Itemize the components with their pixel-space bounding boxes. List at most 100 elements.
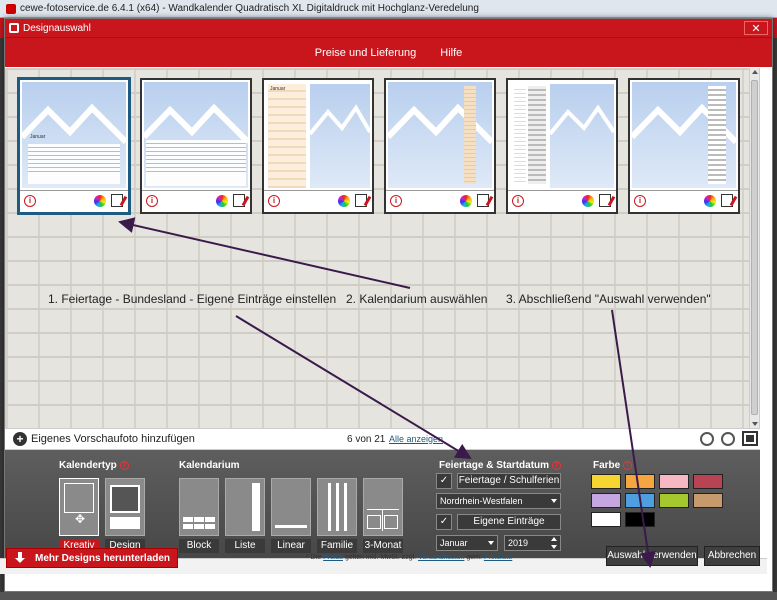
design-thumbnail-4[interactable]: i [384, 78, 496, 214]
info-icon[interactable]: i [268, 195, 280, 207]
design-thumbnail-list: Januar i i Januar i i i i [18, 78, 740, 214]
design-thumbnail-3[interactable]: Januar i [262, 78, 374, 214]
state-select[interactable]: Nordrhein-Westfalen [436, 493, 561, 509]
zoom-in-icon[interactable] [721, 432, 735, 446]
thumbnail-footer: i [142, 190, 250, 212]
scroll-down-arrow-icon[interactable] [752, 422, 758, 426]
start-month-select[interactable]: Januar [436, 535, 498, 551]
price-note-prefix: * Die [306, 554, 322, 561]
color-wheel-icon[interactable] [582, 195, 594, 207]
calendarium-list[interactable]: Liste [225, 478, 265, 553]
scroll-up-arrow-icon[interactable] [752, 70, 758, 74]
info-icon[interactable]: i [512, 195, 524, 207]
dialog-titlebar: Designauswahl [5, 19, 772, 37]
color-wheel-icon[interactable] [216, 195, 228, 207]
calendarium-list-label: Liste [225, 539, 265, 553]
edit-icon[interactable] [599, 194, 611, 207]
nav-prices-delivery[interactable]: Preise und Lieferung [315, 47, 417, 59]
scroll-thumb[interactable] [751, 80, 758, 415]
info-icon[interactable]: ! [623, 461, 633, 470]
nav-help[interactable]: Hilfe [440, 47, 462, 59]
thumbnail-preview [632, 82, 736, 188]
plus-icon[interactable]: + [13, 432, 27, 446]
edit-icon[interactable] [233, 194, 245, 207]
spinner-icon[interactable] [550, 537, 558, 549]
calendarium-three-month[interactable]: 3-Monat [363, 478, 403, 553]
color-swatch-2[interactable] [625, 474, 655, 489]
edit-icon[interactable] [111, 194, 123, 207]
calendar-type-creative[interactable]: ✥ Kreativ [59, 478, 99, 553]
thumbnail-preview [388, 82, 492, 188]
price-list-link[interactable]: Preisliste [484, 554, 512, 561]
price-note-gem: gem. [466, 554, 482, 561]
calendarium-family[interactable]: Familie [317, 478, 357, 553]
info-icon[interactable]: i [390, 195, 402, 207]
info-icon[interactable]: i [634, 195, 646, 207]
own-entries-button[interactable]: Eigene Einträge [457, 514, 561, 530]
zoom-out-icon[interactable] [700, 432, 714, 446]
download-more-designs-button[interactable]: Mehr Designs herunterladen [6, 548, 178, 568]
gallery-scrollbar[interactable] [749, 68, 759, 428]
color-swatch-8[interactable] [693, 493, 723, 508]
start-year-stepper[interactable]: 2019 [504, 535, 561, 551]
thumbnail-preview: Januar [22, 82, 126, 188]
color-swatch-5[interactable] [591, 493, 621, 508]
calendarium-family-label: Familie [317, 539, 357, 553]
start-month-value: Januar [440, 538, 468, 548]
add-preview-photo-link[interactable]: Eigenes Vorschaufoto hinzufügen [31, 433, 195, 445]
color-swatch-10[interactable] [625, 512, 655, 527]
color-swatch-6[interactable] [625, 493, 655, 508]
holidays-school-button[interactable]: Feiertage / Schulferien [457, 473, 561, 489]
edit-icon[interactable] [477, 194, 489, 207]
design-count: 6 von 21 [347, 434, 386, 445]
start-year-value: 2019 [508, 538, 529, 548]
color-wheel-icon[interactable] [338, 195, 350, 207]
price-note-text: gelten inkl. MwSt. zzgl. [344, 554, 417, 561]
annotation-step2: 2. Kalendarium auswählen [346, 292, 488, 306]
color-swatch-3[interactable] [659, 474, 689, 489]
shipping-costs-link[interactable]: Versandkosten [418, 554, 464, 561]
color-swatch-7[interactable] [659, 493, 689, 508]
design-thumbnail-6[interactable]: i [628, 78, 740, 214]
thumbnail-footer: i [264, 190, 372, 212]
info-icon[interactable]: i [24, 195, 36, 207]
edit-icon[interactable] [721, 194, 733, 207]
cancel-button[interactable]: Abbrechen [704, 546, 760, 566]
color-swatch-9[interactable] [591, 512, 621, 527]
outer-window-title: cewe-fotoservice.de 6.4.1 (x64) - Wandka… [20, 3, 479, 14]
color-wheel-icon[interactable] [94, 195, 106, 207]
calendarium-linear[interactable]: Linear [271, 478, 311, 553]
info-icon[interactable]: i [146, 195, 158, 207]
calendarium-block[interactable]: Block [179, 478, 219, 553]
chevron-down-icon [488, 541, 494, 545]
thumbnail-preview [144, 82, 248, 188]
color-swatch-1[interactable] [591, 474, 621, 489]
calendar-type-design[interactable]: Design [105, 478, 145, 553]
show-all-link[interactable]: Alle anzeigen [389, 434, 443, 444]
fullscreen-icon[interactable] [742, 431, 758, 446]
edit-icon[interactable] [355, 194, 367, 207]
thumbnail-footer: i [508, 190, 616, 212]
calendar-type-heading: Kalendertyp! [59, 460, 129, 471]
thumbnail-footer: i [630, 190, 738, 212]
dialog-close-button[interactable]: ✕ [744, 21, 768, 35]
own-entries-checkbox[interactable]: ✓ [436, 514, 452, 530]
app-icon [6, 3, 16, 14]
design-thumbnail-5[interactable]: i [506, 78, 618, 214]
thumbnail-preview: Januar [266, 82, 370, 188]
design-thumbnail-2[interactable]: i [140, 78, 252, 214]
use-selection-button[interactable]: Auswahl verwenden [606, 546, 698, 566]
holidays-checkbox[interactable]: ✓ [436, 473, 452, 489]
color-swatch-4[interactable] [693, 474, 723, 489]
color-label: Farbe [593, 460, 621, 471]
info-icon[interactable]: ! [119, 461, 129, 470]
color-wheel-icon[interactable] [704, 195, 716, 207]
prices-link[interactable]: Preise [323, 554, 343, 561]
calendar-type-label: Kalendertyp [59, 460, 117, 471]
price-note: * Die Preise gelten inkl. MwSt. zzgl. Ve… [306, 554, 512, 561]
info-icon[interactable]: ! [552, 461, 562, 470]
design-thumbnail-1[interactable]: Januar i [18, 78, 130, 214]
calendarium-heading: Kalendarium [179, 460, 240, 471]
color-wheel-icon[interactable] [460, 195, 472, 207]
design-gallery: Januar i i Januar i i i i 1. Feiertage -… [5, 68, 760, 428]
